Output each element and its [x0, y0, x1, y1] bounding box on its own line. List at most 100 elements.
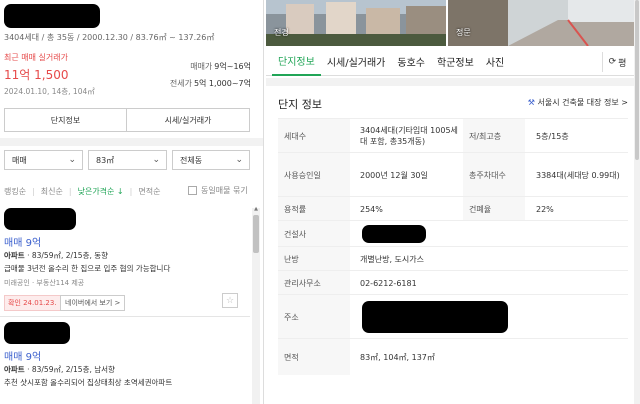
unit-toggle-button[interactable]: ⟳ 평: [602, 52, 632, 72]
unit-toggle-label: 평: [618, 58, 627, 69]
table-row: 관리사무소 02-6212-6181: [278, 270, 628, 295]
row-label: 건설사: [278, 221, 350, 247]
trade-type-select[interactable]: 매매 ⌄: [4, 150, 83, 170]
sort-latest[interactable]: 최신순: [41, 186, 63, 197]
sale-price-value: 9억~16억: [214, 62, 251, 71]
jeonse-price-value: 5억 1,000~7억: [193, 79, 251, 88]
photo-label-exterior: 전경: [274, 28, 289, 37]
row-label: 주소: [278, 295, 350, 339]
row-label: 용적률: [278, 197, 350, 221]
trade-type-value: 매매: [12, 155, 27, 165]
building-photo-icon: [266, 0, 446, 46]
jeonse-price-label: 전세가: [169, 79, 192, 88]
list-divider: [0, 316, 250, 317]
recent-trade-date: 2024.01.10, 14층, 104㎡: [4, 87, 95, 96]
area-select[interactable]: 83㎡ ⌄: [88, 150, 167, 170]
sort-ranking[interactable]: 랭킹순: [4, 186, 26, 197]
table-row: 주소: [278, 294, 628, 339]
sale-price-label: 매매가: [190, 62, 213, 71]
row-value: 22%: [536, 204, 554, 214]
table-row: 세대수 3404세대(기타임대 1005세대 포함, 총35개동) 저/최고층 …: [278, 118, 628, 153]
row-label: 저/최고층: [463, 119, 525, 153]
row-label: 관리사무소: [278, 271, 350, 295]
price-history-button[interactable]: 시세/실거래가: [126, 108, 250, 132]
building-register-label: 서울시 건축물 대장 정보 >: [537, 98, 628, 107]
table-row: 건설사: [278, 220, 628, 247]
sort-options: 랭킹순 | 최신순 | 낮은가격순 ↓ | 면적순: [4, 186, 161, 197]
listing-detail: 아파트 · 83/59㎡, 2/15층, 남서향: [4, 364, 115, 375]
row-value: 02-6212-6181: [360, 278, 417, 288]
row-label: 사용승인일: [278, 153, 350, 197]
building-register-icon: ⚒: [527, 98, 535, 107]
tab-price[interactable]: 시세/실거래가: [321, 48, 392, 76]
sort-area[interactable]: 면적순: [138, 186, 160, 197]
table-row: 면적 83㎡, 104㎡, 137㎡: [278, 338, 628, 375]
scroll-up-icon[interactable]: ▲: [252, 206, 260, 213]
detail-scrollbar-thumb[interactable]: [635, 0, 639, 160]
listing-type: 아파트: [4, 251, 25, 260]
refresh-icon: ⟳: [608, 57, 617, 67]
building-register-link[interactable]: ⚒ 서울시 건축물 대장 정보 >: [528, 97, 628, 108]
redacted-listing-name: [4, 322, 70, 344]
chevron-down-icon: ⌄: [68, 155, 76, 165]
complex-info-button[interactable]: 단지정보: [4, 108, 127, 132]
gate-photo-icon: [448, 0, 634, 46]
building-select[interactable]: 전체동 ⌄: [172, 150, 250, 170]
jeonse-price-range: 전세가 5억 1,000~7억: [170, 78, 251, 89]
area-value: 83㎡: [96, 155, 115, 165]
listing-title[interactable]: 매매 9억: [4, 348, 41, 363]
photo-gate[interactable]: 정문: [448, 0, 634, 46]
redacted-listing-name: [4, 208, 76, 230]
confirm-date-badge: 확인 24.01.23.: [4, 295, 61, 311]
photo-label-gate: 정문: [456, 28, 471, 37]
row-value: 83㎡, 104㎡, 137㎡: [360, 352, 435, 362]
row-value: 2000년 12월 30일: [360, 170, 428, 180]
listing-title[interactable]: 매매 9억: [4, 234, 41, 249]
row-value: 개별난방, 도시가스: [360, 254, 424, 264]
listing-spec: · 83/59㎡, 2/15층, 남서향: [24, 365, 115, 374]
photo-exterior[interactable]: 전경: [266, 0, 446, 46]
sale-price-range: 매매가 9억~16억: [190, 61, 251, 72]
section-title: 단지 정보: [278, 98, 322, 111]
listing-spec: · 83/59㎡, 2/15층, 동향: [24, 251, 109, 260]
listing-description: 급매물 3년전 올수리 한 집으로 입주 협의 가능합니다: [4, 264, 171, 273]
row-label: 총주차대수: [463, 153, 525, 197]
tab-unit[interactable]: 동호수: [391, 48, 431, 76]
recent-price: 11억 1,500: [4, 68, 69, 82]
recent-price-label: 최근 매매 실거래가: [4, 53, 68, 62]
tab-complex-info[interactable]: 단지정보: [272, 48, 321, 76]
section-divider: [266, 78, 640, 86]
row-label: 면적: [278, 339, 350, 375]
redacted-address: [362, 301, 508, 333]
sort-lowest-price[interactable]: 낮은가격순 ↓: [78, 186, 124, 197]
listing-type: 아파트: [4, 365, 25, 374]
row-label: 난방: [278, 247, 350, 271]
row-value: 3384대(세대당 0.99대): [536, 170, 620, 180]
view-on-naver-link[interactable]: 네이버에서 보기 >: [60, 295, 126, 311]
table-row: 용적률 254% 건폐율 22%: [278, 196, 628, 221]
checkbox-icon: [188, 186, 197, 195]
table-row: 난방 개별난방, 도시가스: [278, 246, 628, 271]
listing-panel: 3404세대 / 총 35동 / 2000.12.30 / 83.76㎡ ~ 1…: [0, 0, 264, 404]
row-value: 3404세대(기타임대 1005세대 포함, 총35개동): [360, 126, 458, 146]
tab-school[interactable]: 학군정보: [431, 48, 480, 76]
redacted-complex-name: [4, 4, 100, 28]
section-divider: [0, 138, 263, 146]
listing-detail: 아파트 · 83/59㎡, 2/15층, 동향: [4, 250, 108, 261]
detail-tabs: 단지정보 시세/실거래가 동호수 학군정보 사진: [266, 48, 640, 76]
row-label: 건폐율: [463, 197, 525, 221]
chevron-down-icon: ⌄: [235, 155, 243, 165]
table-row: 사용승인일 2000년 12월 30일 총주차대수 3384대(세대당 0.99…: [278, 152, 628, 197]
listing-agent: 미래공인 · 부동산114 제공: [4, 279, 85, 287]
star-icon[interactable]: ☆: [222, 293, 238, 308]
row-label: 세대수: [278, 119, 350, 153]
scrollbar-thumb[interactable]: [253, 215, 259, 253]
row-value: 254%: [360, 204, 383, 214]
chevron-down-icon: ⌄: [152, 155, 160, 165]
detail-panel: 전경 정문 단지정보 시세/실거래가 동호수 학군정보 사진 ⟳ 평 단지 정보 …: [266, 0, 640, 404]
complex-meta: 3404세대 / 총 35동 / 2000.12.30 / 83.76㎡ ~ 1…: [4, 33, 215, 42]
group-same-listings-label: 동일매물 묶기: [201, 186, 248, 195]
tab-photos[interactable]: 사진: [480, 48, 510, 76]
row-value: 5층/15층: [536, 131, 569, 141]
group-same-listings-checkbox[interactable]: 동일매물 묶기: [188, 185, 248, 196]
